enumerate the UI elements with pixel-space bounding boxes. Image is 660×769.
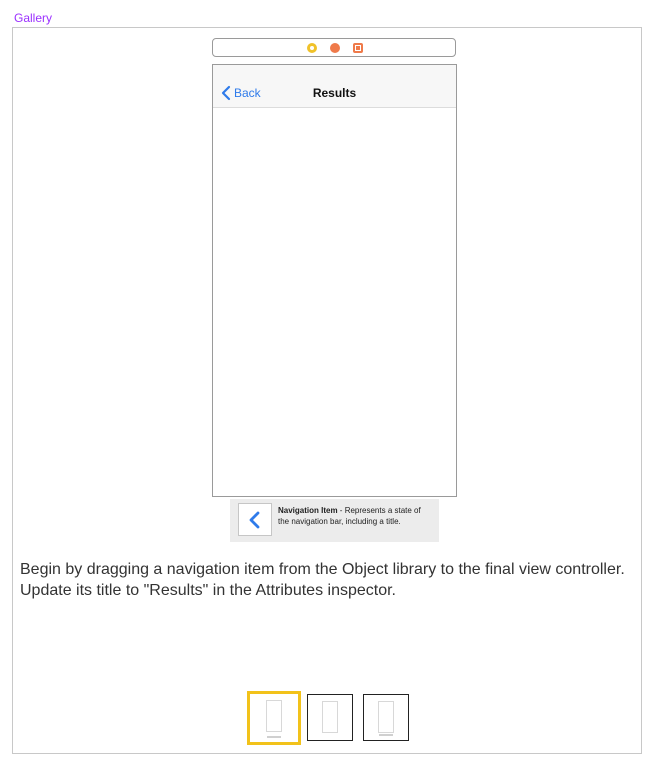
library-item-navigation-item[interactable]: Navigation Item - Represents a state of … bbox=[230, 499, 439, 542]
gallery-thumbnail-1[interactable] bbox=[247, 691, 301, 745]
chevron-left-icon bbox=[249, 511, 260, 529]
thumbnail-library-bar bbox=[379, 734, 393, 736]
view-controller-icon[interactable] bbox=[307, 43, 317, 53]
navigation-bar[interactable]: Back Results bbox=[213, 65, 456, 108]
scene-dock[interactable] bbox=[212, 38, 456, 57]
first-responder-icon[interactable] bbox=[330, 43, 340, 53]
view-controller-canvas[interactable]: Back Results bbox=[212, 64, 457, 497]
instruction-text: Begin by dragging a navigation item from… bbox=[20, 561, 625, 599]
gallery-thumbnail-2[interactable] bbox=[307, 694, 353, 741]
library-item-description: Navigation Item - Represents a state of … bbox=[278, 505, 428, 527]
exit-icon[interactable] bbox=[353, 43, 363, 53]
thumbnail-library-bar bbox=[267, 736, 281, 738]
thumbnail-phone bbox=[322, 701, 338, 733]
nav-title[interactable]: Results bbox=[213, 86, 456, 100]
navigation-item-icon-box bbox=[238, 503, 272, 536]
gallery-thumbnail-3[interactable] bbox=[363, 694, 409, 741]
thumbnail-phone bbox=[378, 701, 394, 733]
gallery-label: Gallery bbox=[14, 11, 53, 25]
thumbnail-phone bbox=[266, 700, 282, 732]
library-item-name: Navigation Item bbox=[278, 506, 338, 515]
